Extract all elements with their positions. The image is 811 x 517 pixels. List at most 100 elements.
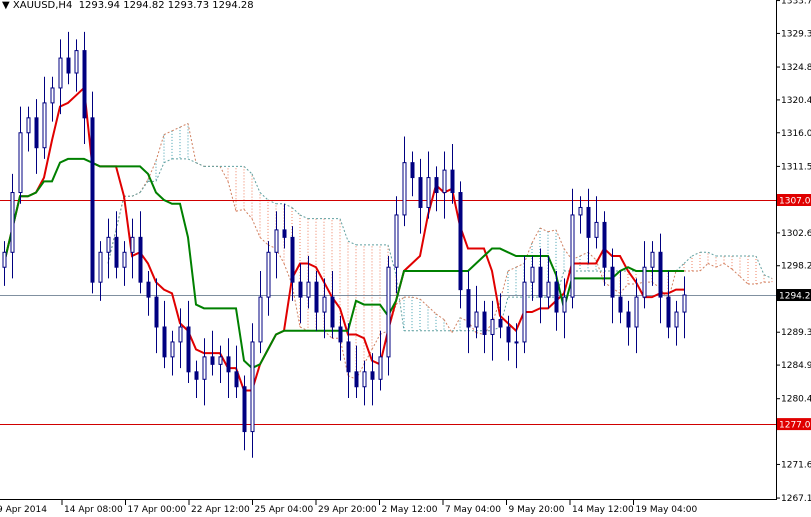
senkou-span-a	[323, 330, 333, 339]
senkou-span-a	[667, 270, 677, 301]
candle-body	[530, 266, 535, 283]
senkou-span-a	[723, 263, 733, 270]
candle-body	[674, 311, 679, 328]
senkou-span-b	[155, 162, 165, 182]
price-chart[interactable]: 1333.70 1329.30 1324.80 1320.40 1316.00 1311.…	[0, 0, 811, 517]
candle-body	[506, 326, 511, 343]
ichimoku-lines	[3, 85, 684, 392]
price-tick-label: 1329.30	[781, 29, 811, 39]
price-tick-label: 1280.40	[781, 395, 811, 405]
time-tick-label: 14 Apr 08:00	[64, 505, 123, 515]
candle-body	[114, 236, 119, 268]
candle-body	[362, 371, 367, 388]
candle-body	[370, 371, 375, 380]
senkou-span-a	[139, 179, 149, 193]
symbol-label: XAUUSD,H4	[12, 0, 73, 11]
candle-body	[434, 177, 439, 194]
candle-body	[162, 326, 167, 358]
senkou-span-b	[163, 158, 173, 164]
candle-body	[66, 57, 71, 74]
time-axis: 9 Apr 2014 14 Apr 08:00 17 Apr 00:00 22 Apr…	[0, 500, 697, 515]
senkou-span-a	[219, 166, 229, 182]
senkou-span-a	[251, 218, 261, 238]
candle-body	[202, 356, 207, 380]
senkou-span-a	[163, 130, 173, 136]
current-price-tag: 1294.28	[779, 292, 811, 302]
time-tick-label: 25 Apr 04:00	[255, 505, 314, 515]
senkou-span-b	[259, 192, 269, 201]
candle-body	[618, 296, 623, 313]
candle-body	[274, 229, 279, 253]
candle-body	[234, 371, 239, 388]
senkou-span-a	[499, 270, 509, 301]
candle-body	[210, 356, 215, 365]
senkou-span-b	[291, 207, 301, 216]
candle-body	[354, 371, 359, 388]
senkou-span-b	[251, 173, 261, 193]
senkou-span-a	[171, 126, 181, 132]
candle-body	[474, 311, 479, 328]
senkou-span-a	[579, 251, 589, 257]
candle-body	[306, 281, 311, 298]
price-tick-label: 1311.50	[781, 162, 811, 172]
candle-body	[266, 251, 271, 298]
candle-body	[578, 206, 583, 216]
time-tick-label: 9 Apr 2014	[0, 505, 47, 515]
candle-body	[442, 169, 447, 194]
senkou-span-b	[131, 192, 141, 197]
level-price-tag: 1277.00	[779, 421, 811, 431]
senkou-span-b	[299, 214, 309, 220]
senkou-span-a	[739, 276, 749, 285]
senkou-span-b	[187, 158, 197, 164]
price-tick-label: 1320.40	[781, 96, 811, 106]
candle-body	[250, 341, 255, 433]
senkou-span-a	[227, 181, 237, 212]
candle-body	[514, 341, 519, 344]
senkou-span-a	[427, 306, 437, 315]
senkou-span-a	[507, 266, 517, 272]
senkou-span-a	[179, 122, 189, 128]
price-tick-label: 1302.60	[781, 229, 811, 239]
candle-body	[298, 281, 303, 298]
candle-body	[58, 57, 63, 89]
candle-body	[642, 266, 647, 298]
tenkan-sen-line	[3, 85, 684, 392]
time-tick-label: 2 May 12:00	[382, 505, 438, 515]
senkou-span-a	[435, 313, 445, 320]
time-tick-label: 7 May 04:00	[445, 505, 501, 515]
candle-body	[242, 386, 247, 433]
candle-body	[490, 319, 495, 335]
candle-body	[314, 281, 319, 313]
candle-body	[410, 162, 415, 179]
candle-body	[26, 117, 31, 134]
senkou-span-a	[523, 242, 533, 264]
candle-body	[218, 356, 223, 365]
candle-body	[130, 236, 135, 253]
senkou-span-b	[139, 181, 149, 193]
senkou-span-a	[411, 296, 421, 300]
senkou-span-b	[347, 240, 357, 246]
candle-body	[322, 296, 327, 313]
senkou-span-a	[515, 263, 525, 268]
collapse-triangle-icon[interactable]: ▼	[2, 0, 13, 11]
senkou-span-a	[235, 208, 245, 212]
price-tick-label: 1316.00	[781, 129, 811, 139]
candle-body	[290, 236, 295, 283]
candle-body	[82, 50, 87, 119]
senkou-span-b	[115, 196, 125, 230]
senkou-span-a	[707, 263, 717, 268]
senkou-span-a	[547, 229, 557, 233]
candle-body	[146, 281, 151, 298]
candle-body	[522, 281, 527, 343]
candle-body	[98, 251, 103, 283]
candle-body	[594, 221, 599, 238]
senkou-span-b	[283, 203, 293, 208]
candle-body	[378, 356, 383, 380]
senkou-span-a	[715, 263, 725, 268]
candle-body	[338, 326, 343, 343]
senkou-span-a	[619, 283, 629, 294]
candle-body	[570, 214, 575, 298]
senkou-span-a	[539, 227, 549, 233]
candle-body	[74, 50, 79, 74]
time-tick-label: 9 May 20:00	[509, 505, 565, 515]
